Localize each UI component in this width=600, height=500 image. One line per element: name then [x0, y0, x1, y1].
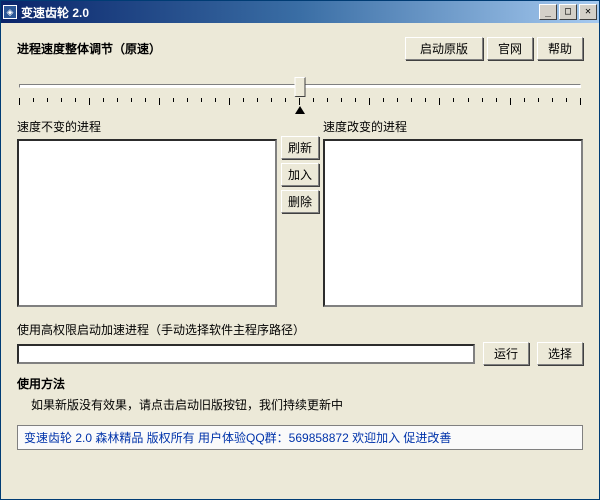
list-action-buttons: 刷新 加入 删除	[281, 118, 319, 307]
app-window: ◈ 变速齿轮 2.0 _ □ ✕ 进程速度整体调节（原速） 启动原版 官网 帮助…	[0, 0, 600, 500]
unchanged-list-col: 速度不变的进程	[17, 118, 277, 307]
unchanged-list-label: 速度不变的进程	[17, 118, 277, 135]
changed-list-col: 速度改变的进程	[323, 118, 583, 307]
slider-thumb[interactable]	[295, 77, 306, 97]
path-input[interactable]	[17, 344, 475, 364]
footer-info: 变速齿轮 2.0 森林精品 版权所有 用户体验QQ群：569858872 欢迎加…	[17, 425, 583, 450]
minimize-button[interactable]: _	[539, 4, 557, 20]
body: 进程速度整体调节（原速） 启动原版 官网 帮助 速度不变的进程 刷新 加入 删除…	[1, 23, 599, 499]
usage-section: 使用方法 如果新版没有效果，请点击启动旧版按钮，我们持续更新中	[17, 375, 583, 413]
refresh-button[interactable]: 刷新	[281, 136, 319, 159]
usage-title: 使用方法	[17, 375, 583, 392]
process-lists-row: 速度不变的进程 刷新 加入 删除 速度改变的进程	[17, 118, 583, 307]
changed-process-listbox[interactable]	[323, 139, 583, 307]
official-site-button[interactable]: 官网	[487, 37, 533, 60]
path-row: 运行 选择	[17, 342, 583, 365]
browse-button[interactable]: 选择	[537, 342, 583, 365]
close-button[interactable]: ✕	[579, 4, 597, 20]
slider-center-pointer	[295, 106, 305, 114]
speed-slider[interactable]	[17, 72, 583, 112]
run-button[interactable]: 运行	[483, 342, 529, 365]
add-button[interactable]: 加入	[281, 163, 319, 186]
remove-button[interactable]: 删除	[281, 190, 319, 213]
header-row: 进程速度整体调节（原速） 启动原版 官网 帮助	[17, 37, 583, 60]
app-icon: ◈	[3, 5, 17, 19]
path-label: 使用高权限启动加速进程（手动选择软件主程序路径）	[17, 321, 583, 338]
maximize-button[interactable]: □	[559, 4, 577, 20]
help-button[interactable]: 帮助	[537, 37, 583, 60]
usage-body: 如果新版没有效果，请点击启动旧版按钮，我们持续更新中	[17, 396, 583, 413]
window-controls: _ □ ✕	[539, 4, 597, 20]
title-bar: ◈ 变速齿轮 2.0 _ □ ✕	[1, 1, 599, 23]
slider-ticks	[19, 98, 581, 105]
unchanged-process-listbox[interactable]	[17, 139, 277, 307]
window-title: 变速齿轮 2.0	[21, 4, 539, 21]
speed-section-label: 进程速度整体调节（原速）	[17, 40, 401, 57]
launch-original-button[interactable]: 启动原版	[405, 37, 483, 60]
path-section: 使用高权限启动加速进程（手动选择软件主程序路径） 运行 选择	[17, 321, 583, 365]
changed-list-label: 速度改变的进程	[323, 118, 583, 135]
